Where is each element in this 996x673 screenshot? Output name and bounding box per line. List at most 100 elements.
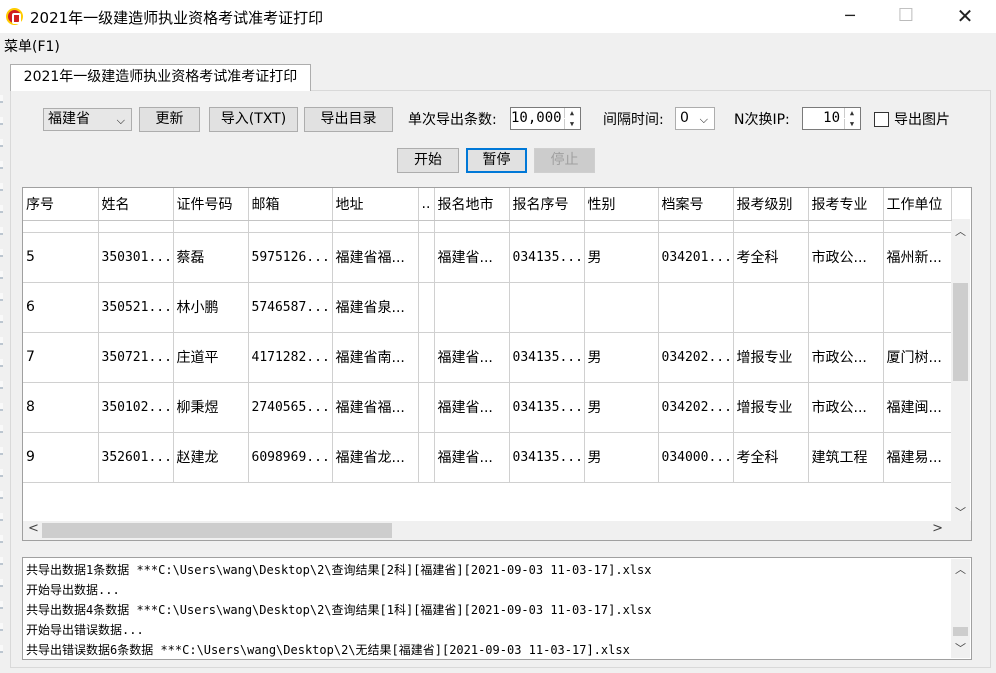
scroll-left-icon[interactable]: < [28, 521, 39, 536]
close-button[interactable]: ✕ [942, 3, 988, 29]
table-cell[interactable]: 赵建龙 [173, 432, 249, 483]
grid-column-header[interactable]: 报考专业 [808, 188, 884, 221]
table-cell[interactable] [733, 282, 809, 333]
table-cell[interactable]: 男 [584, 382, 659, 433]
table-cell[interactable]: 福建省泉... [332, 282, 419, 333]
table-cell[interactable]: 350721... [98, 332, 174, 383]
table-cell[interactable]: 蔡磊 [173, 232, 249, 283]
maximize-button[interactable]: ☐ [883, 3, 929, 29]
grid-column-header[interactable]: 姓名 [98, 188, 174, 221]
table-cell[interactable]: 福建省龙... [332, 432, 419, 483]
table-cell[interactable] [883, 282, 952, 333]
table-cell[interactable] [418, 232, 435, 283]
log-vertical-scrollbar[interactable]: ︿ ﹀ [951, 559, 970, 658]
table-row[interactable]: 5 350301... 蔡磊 5975126... 福建省福... 福建省... 03413… [23, 232, 952, 283]
scroll-right-icon[interactable]: > [932, 521, 943, 536]
grid-column-header[interactable]: 地址 [332, 188, 419, 221]
pause-button[interactable]: 暂停 [466, 148, 527, 173]
table-cell[interactable]: 男 [584, 332, 659, 383]
grid-column-header[interactable]: 性别 [584, 188, 659, 221]
scroll-down-icon[interactable]: ﹀ [951, 504, 970, 520]
table-cell[interactable]: 增报专业 [733, 382, 809, 433]
table-cell[interactable] [509, 282, 585, 333]
table-cell[interactable]: 034135... [509, 332, 585, 383]
table-cell[interactable]: 福建省... [434, 332, 510, 383]
grid-column-header[interactable]: .. [418, 188, 435, 221]
start-button[interactable]: 开始 [397, 148, 459, 173]
interval-select[interactable]: 0 ⌵ [675, 107, 715, 130]
table-cell[interactable]: 福建省福... [332, 382, 419, 433]
table-cell[interactable]: 5975126... [248, 232, 333, 283]
table-cell[interactable] [434, 282, 510, 333]
scroll-down-icon[interactable]: ﹀ [951, 640, 970, 656]
table-cell[interactable]: 9 [23, 432, 99, 483]
table-cell[interactable]: 福建闽... [883, 382, 952, 433]
table-cell[interactable] [418, 432, 435, 483]
log-output[interactable]: 共导出数据1条数据 ***C:\Users\wang\Desktop\2\查询结… [22, 557, 972, 660]
table-cell[interactable]: 考全科 [733, 432, 809, 483]
grid-column-header[interactable]: 序号 [23, 188, 99, 221]
table-cell[interactable] [418, 282, 435, 333]
tab-main[interactable]: 2021年一级建造师执业资格考试准考证打印 [10, 64, 311, 91]
scroll-up-icon[interactable]: ︿ [951, 561, 970, 577]
grid-horizontal-scrollbar[interactable]: < > [23, 521, 971, 540]
table-cell[interactable]: 柳秉煜 [173, 382, 249, 433]
spin-down-icon[interactable]: ▼ [564, 119, 579, 129]
table-cell[interactable]: 6098969... [248, 432, 333, 483]
table-cell[interactable]: 2740565... [248, 382, 333, 433]
table-cell[interactable] [658, 282, 734, 333]
export-directory-button[interactable]: 导出目录 [304, 107, 393, 132]
table-cell[interactable]: 福建易... [883, 432, 952, 483]
import-txt-button[interactable]: 导入(TXT) [209, 107, 298, 132]
data-grid[interactable]: 序号 姓名 证件号码 邮箱 地址.. 报名地市 报名序号 性别 档案号 报考级别 报考专业 工作单位 … [22, 187, 972, 541]
table-cell[interactable]: 7 [23, 332, 99, 383]
table-cell[interactable]: 034202... [658, 382, 734, 433]
table-cell[interactable]: 厦门树... [883, 332, 952, 383]
grid-column-header[interactable]: 报名地市 [434, 188, 510, 221]
table-cell[interactable]: 考全科 [733, 232, 809, 283]
table-row[interactable]: 7 350721... 庄道平 4171282... 福建省南... 福建省... 0341… [23, 332, 952, 383]
grid-column-header[interactable]: 工作单位 [883, 188, 952, 221]
table-cell[interactable] [584, 282, 659, 333]
table-cell[interactable]: 增报专业 [733, 332, 809, 383]
table-cell[interactable]: 男 [584, 432, 659, 483]
table-cell[interactable]: 建筑工程 [808, 432, 884, 483]
table-row[interactable]: 6 350521... 林小鹏 5746587... 福建省泉... [23, 282, 952, 333]
table-cell[interactable]: 8 [23, 382, 99, 433]
table-cell[interactable]: 福建省... [434, 432, 510, 483]
table-cell[interactable]: 福州新... [883, 232, 952, 283]
per-export-count-input[interactable]: 10,000 ▲ ▼ [510, 107, 581, 130]
update-button[interactable]: 更新 [139, 107, 200, 132]
table-cell[interactable]: 福建省... [434, 382, 510, 433]
grid-column-header[interactable]: 邮箱 [248, 188, 333, 221]
province-select[interactable]: 福建省 ⌵ [43, 108, 132, 131]
table-cell[interactable] [418, 332, 435, 383]
scroll-up-icon[interactable]: ︿ [951, 223, 970, 239]
table-cell[interactable]: 034000... [658, 432, 734, 483]
table-cell[interactable]: 市政公... [808, 232, 884, 283]
table-cell[interactable]: 福建省南... [332, 332, 419, 383]
table-cell[interactable]: 034135... [509, 382, 585, 433]
table-cell[interactable]: 6 [23, 282, 99, 333]
table-cell[interactable]: 350102... [98, 382, 174, 433]
table-cell[interactable]: 350301... [98, 232, 174, 283]
export-image-checkbox[interactable] [874, 112, 889, 127]
table-cell[interactable]: 4171282... [248, 332, 333, 383]
table-row[interactable]: 8 350102... 柳秉煜 2740565... 福建省福... 福建省... 0341… [23, 382, 952, 433]
table-cell[interactable]: 352601... [98, 432, 174, 483]
table-cell[interactable]: 5 [23, 232, 99, 283]
menu-item-main[interactable]: 菜单(F1) [4, 36, 60, 56]
grid-column-header[interactable]: 档案号 [658, 188, 734, 221]
table-cell[interactable]: 034135... [509, 232, 585, 283]
table-cell[interactable]: 034201... [658, 232, 734, 283]
table-cell[interactable]: 福建省... [434, 232, 510, 283]
stop-button[interactable]: 停止 [534, 148, 595, 173]
grid-vertical-scrollbar[interactable]: ︿ ﹀ [951, 219, 970, 522]
table-cell[interactable]: 福建省福... [332, 232, 419, 283]
table-cell[interactable]: 庄道平 [173, 332, 249, 383]
log-scroll-thumb[interactable] [953, 627, 968, 636]
table-cell[interactable]: 350521... [98, 282, 174, 333]
table-cell[interactable]: 034202... [658, 332, 734, 383]
spin-down-icon[interactable]: ▼ [844, 119, 859, 129]
table-cell[interactable]: 男 [584, 232, 659, 283]
